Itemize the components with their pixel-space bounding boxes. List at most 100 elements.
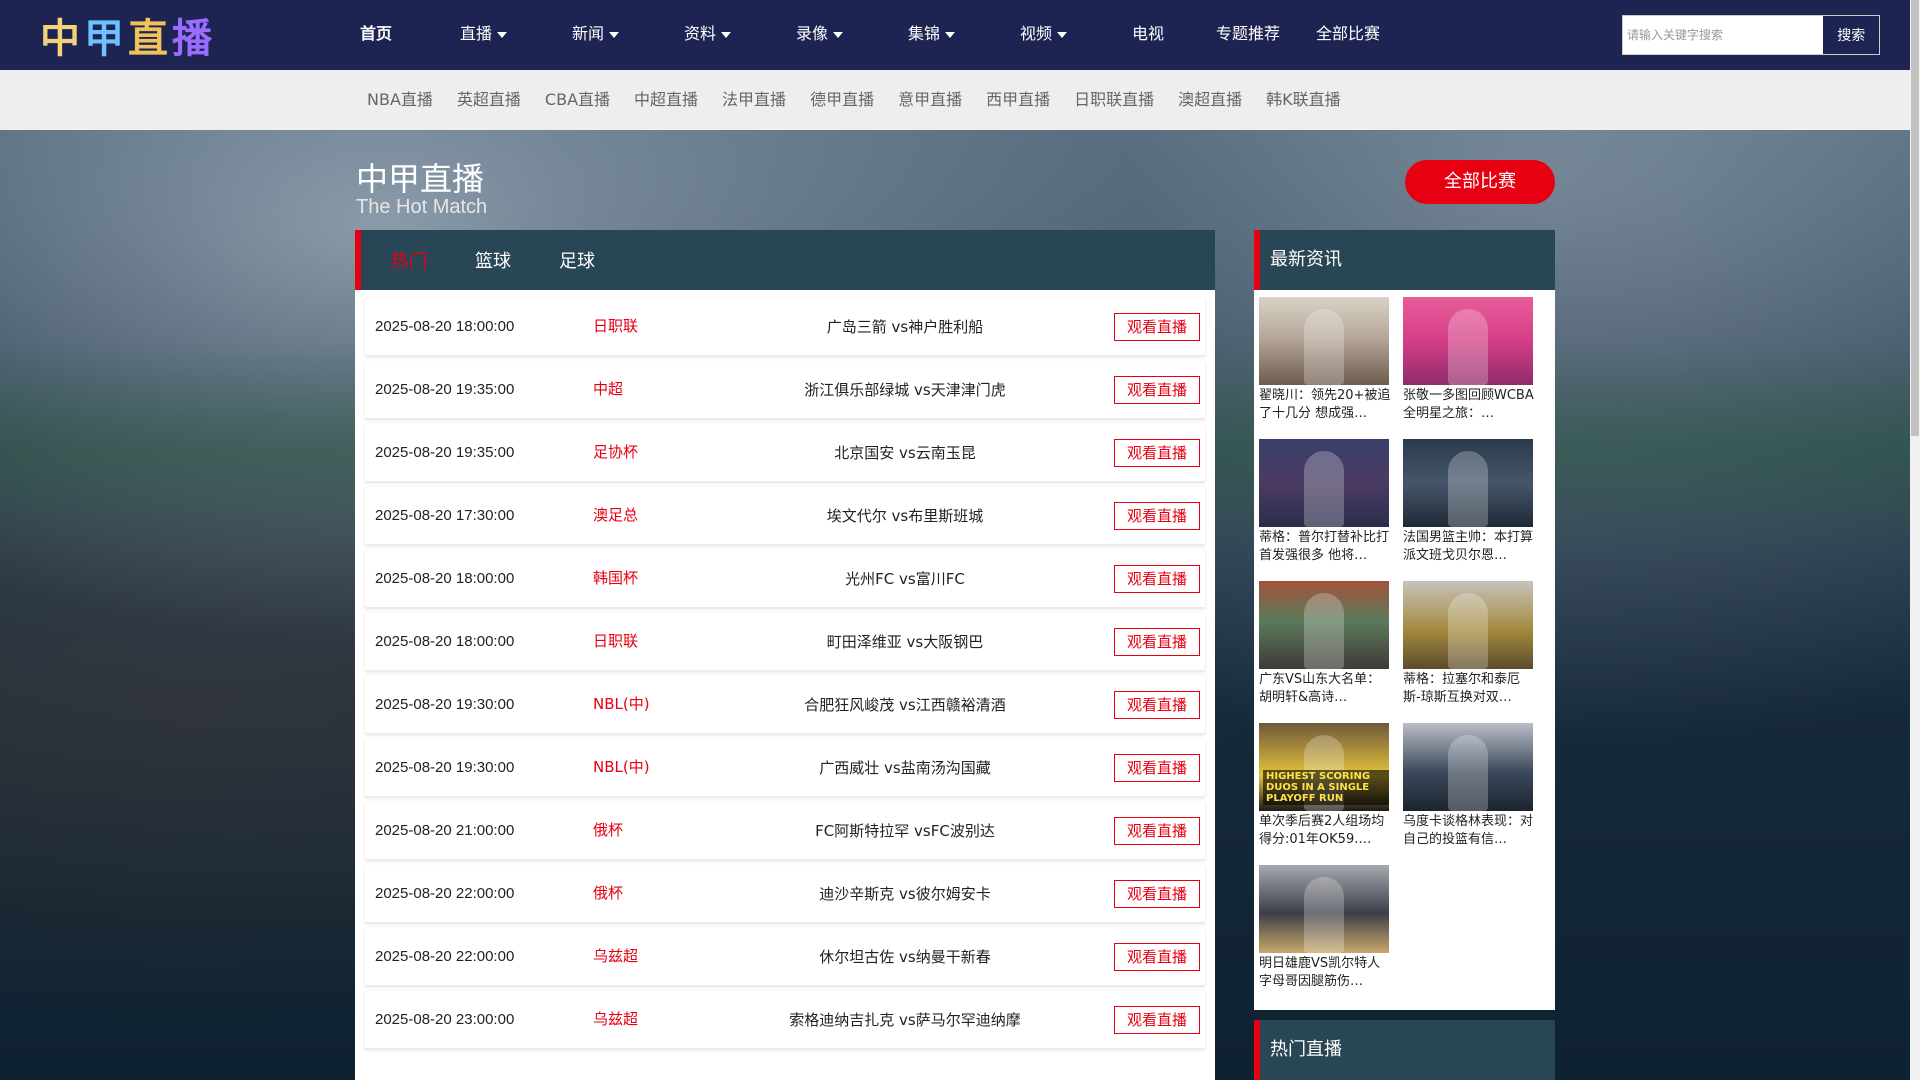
watch-live-button[interactable]: 观看直播 [1114,439,1200,467]
search-button[interactable]: 搜索 [1823,16,1879,54]
site-logo[interactable]: 中 甲 直 播 [40,12,214,62]
match-league[interactable]: 乌兹超 [593,991,638,1047]
search-input[interactable] [1623,16,1824,54]
tab-hot[interactable]: 热门 [391,247,427,273]
nav-item[interactable]: 视频 [1020,0,1068,70]
match-teams[interactable]: 町田泽维亚 vs大阪钢巴 [735,613,1075,671]
nav-item[interactable]: 录像 [796,0,844,70]
match-league[interactable]: 韩国杯 [593,550,638,606]
news-title[interactable]: 乌度卡谈格林表现：对自己的投篮有信… [1403,813,1535,849]
sub-nav-item[interactable]: 日职联直播 [1074,70,1154,130]
watch-live-button[interactable]: 观看直播 [1114,565,1200,593]
sub-nav-item[interactable]: 英超直播 [457,70,521,130]
match-teams[interactable]: 浙江俱乐部绿城 vs天津津门虎 [735,361,1075,419]
match-teams[interactable]: 迪沙辛斯克 vs彼尔姆安卡 [735,865,1075,923]
news-item[interactable]: 蒂格：普尔打替补比打首发强很多 他将… [1259,439,1394,581]
sub-nav-item[interactable]: NBA直播 [367,70,433,130]
watch-live-button[interactable]: 观看直播 [1114,502,1200,530]
sub-nav-item[interactable]: 中超直播 [634,70,698,130]
scrollbar-thumb[interactable] [1911,0,1919,436]
watch-live-button[interactable]: 观看直播 [1114,943,1200,971]
match-teams[interactable]: 广西威壮 vs盐南汤沟国藏 [735,739,1075,797]
match-teams[interactable]: 光州FC vs富川FC [735,550,1075,608]
news-item[interactable]: 张敬一多图回顾WCBA全明星之旅：… [1403,297,1538,439]
news-thumbnail[interactable] [1259,581,1389,669]
news-title[interactable]: 张敬一多图回顾WCBA全明星之旅：… [1403,387,1535,423]
home-team: 索格迪纳吉扎克 [789,1011,895,1029]
match-league[interactable]: 中超 [593,361,623,417]
sub-nav-item[interactable]: 法甲直播 [722,70,786,130]
match-league[interactable]: 澳足总 [593,487,638,543]
watch-live-button[interactable]: 观看直播 [1114,313,1200,341]
match-league[interactable]: 乌兹超 [593,928,638,984]
match-league[interactable]: 足协杯 [593,424,638,480]
news-thumbnail[interactable]: HIGHEST SCORING DUOS IN A SINGLE PLAYOFF… [1259,723,1389,811]
news-thumbnail[interactable] [1403,439,1533,527]
match-teams[interactable]: 索格迪纳吉扎克 vs萨马尔罕迪纳摩 [735,991,1075,1049]
match-row: 2025-08-20 19:35:00 足协杯 北京国安 vs云南玉昆 观看直播 [365,424,1205,482]
news-item[interactable]: 蒂格：拉塞尔和泰厄斯-琼斯互换对双… [1403,581,1538,723]
sub-nav-item[interactable]: CBA直播 [545,70,610,130]
nav-item[interactable]: 资料 [684,0,732,70]
nav-item[interactable]: 新闻 [572,0,620,70]
news-title[interactable]: 蒂格：普尔打替补比打首发强很多 他将… [1259,529,1391,565]
sub-nav-item[interactable]: 韩K联直播 [1266,70,1341,130]
news-item[interactable]: 翟晓川：领先20+被追了十几分 想成强… [1259,297,1394,439]
news-item[interactable]: 明日雄鹿VS凯尔特人 字母哥因腿筋伤… [1259,865,1394,1007]
match-teams[interactable]: 北京国安 vs云南玉昆 [735,424,1075,482]
page-scrollbar[interactable] [1910,0,1920,1080]
sub-nav-item[interactable]: 意甲直播 [898,70,962,130]
news-item[interactable]: 乌度卡谈格林表现：对自己的投篮有信… [1403,723,1538,865]
match-league[interactable]: 日职联 [593,613,638,669]
news-thumbnail[interactable] [1259,865,1389,953]
away-team: 天津津门虎 [930,381,1006,399]
match-league[interactable]: 日职联 [593,298,638,354]
news-thumbnail[interactable] [1403,581,1533,669]
sub-nav-item[interactable]: 澳超直播 [1178,70,1242,130]
news-thumbnail[interactable] [1403,297,1533,385]
watch-live-button[interactable]: 观看直播 [1114,376,1200,404]
match-teams[interactable]: 合肥狂风峻茂 vs江西赣裕清酒 [735,676,1075,734]
news-title[interactable]: 广东VS山东大名单：胡明轩&高诗… [1259,671,1391,707]
match-league[interactable]: 俄杯 [593,802,623,858]
news-title[interactable]: 翟晓川：领先20+被追了十几分 想成强… [1259,387,1391,423]
news-thumbnail[interactable] [1259,439,1389,527]
news-title[interactable]: 蒂格：拉塞尔和泰厄斯-琼斯互换对双… [1403,671,1535,707]
match-league[interactable]: NBL(中) [593,676,650,732]
match-teams[interactable]: 休尔坦古佐 vs纳曼干新春 [735,928,1075,986]
match-teams[interactable]: 广岛三箭 vs神户胜利船 [735,298,1075,356]
watch-live-button[interactable]: 观看直播 [1114,691,1200,719]
tab-football[interactable]: 足球 [559,247,595,273]
news-thumbnail[interactable] [1259,297,1389,385]
news-title[interactable]: 单次季后赛2人组场均得分:01年OK59.… [1259,813,1391,849]
match-teams[interactable]: 埃文代尔 vs布里斯班城 [735,487,1075,545]
all-matches-button[interactable]: 全部比赛 [1405,160,1555,204]
match-teams[interactable]: FC阿斯特拉罕 vsFC波别达 [735,802,1075,860]
news-item[interactable]: 广东VS山东大名单：胡明轩&高诗… [1259,581,1394,723]
nav-item[interactable]: 全部比赛 [1316,0,1380,70]
nav-item[interactable]: 直播 [460,0,508,70]
watch-live-button[interactable]: 观看直播 [1114,754,1200,782]
news-item[interactable]: HIGHEST SCORING DUOS IN A SINGLE PLAYOFF… [1259,723,1394,865]
news-title[interactable]: 明日雄鹿VS凯尔特人 字母哥因腿筋伤… [1259,955,1391,991]
news-item[interactable]: 法国男篮主帅：本打算派文班戈贝尔恩… [1403,439,1538,581]
news-title[interactable]: 法国男篮主帅：本打算派文班戈贝尔恩… [1403,529,1535,565]
tab-basketball[interactable]: 篮球 [475,247,511,273]
watch-live-button[interactable]: 观看直播 [1114,880,1200,908]
player-figure [1448,593,1488,669]
away-team: 云南玉昆 [915,444,976,462]
sidebar: 最新资讯 翟晓川：领先20+被追了十几分 想成强… 张敬一多图回顾WCBA全明星之… [1254,230,1555,1080]
watch-live-button[interactable]: 观看直播 [1114,817,1200,845]
watch-live-button[interactable]: 观看直播 [1114,628,1200,656]
sub-nav-item[interactable]: 德甲直播 [810,70,874,130]
nav-item[interactable]: 电视 [1132,0,1164,70]
sub-nav-item[interactable]: 西甲直播 [986,70,1050,130]
match-league[interactable]: 俄杯 [593,865,623,921]
nav-item[interactable]: 专题推荐 [1216,0,1280,70]
nav-item[interactable]: 首页 [360,0,392,70]
news-thumbnail[interactable] [1403,723,1533,811]
match-league[interactable]: NBL(中) [593,739,650,795]
vs-label: vs [899,444,916,462]
nav-item[interactable]: 集锦 [908,0,956,70]
watch-live-button[interactable]: 观看直播 [1114,1006,1200,1034]
